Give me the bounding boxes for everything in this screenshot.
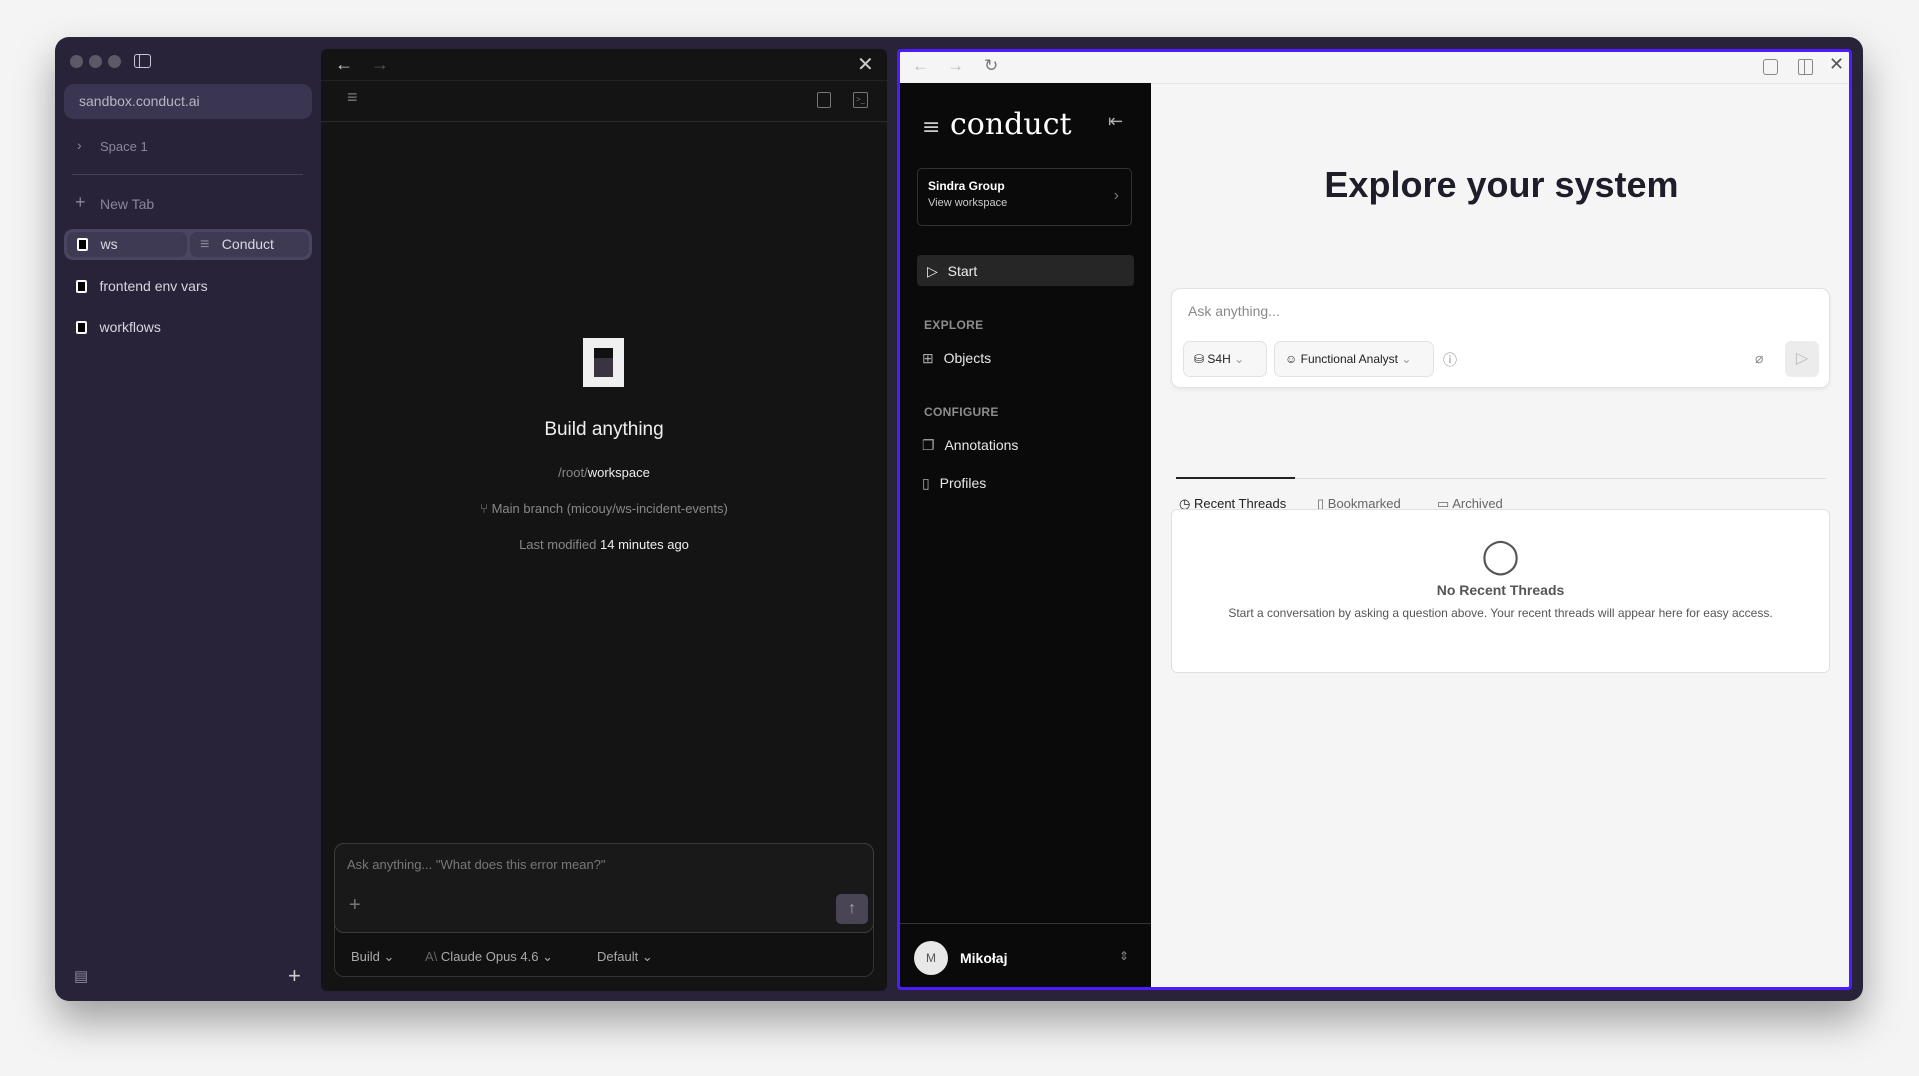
back-icon[interactable]: ← — [335, 54, 353, 75]
model-select[interactable]: A\ Claude Opus 4.6 ⌄ — [425, 949, 553, 965]
section-explore: EXPLORE — [924, 318, 984, 332]
org-name: Sindra Group — [928, 179, 1005, 193]
branch-info: ⑂ Main branch (micouy/ws-incident-events… — [480, 501, 728, 516]
chevron-right-icon: › — [1113, 187, 1119, 204]
close-icon[interactable]: ✕ — [1829, 54, 1844, 75]
archive-icon[interactable]: ▤ — [74, 967, 88, 985]
layout-icon[interactable] — [817, 92, 831, 108]
play-icon: ▷ — [927, 263, 938, 279]
page-title: Explore your system — [1324, 164, 1679, 205]
user-icon: ☺ — [1285, 352, 1298, 366]
tab-workflows[interactable]: workflows — [76, 319, 161, 337]
anthropic-icon: A\ — [425, 949, 438, 964]
nav-objects[interactable]: ⊞ Objects — [922, 350, 991, 367]
sidebar-toggle-icon[interactable] — [134, 54, 151, 68]
nav-profiles[interactable]: ▯ Profiles — [922, 475, 986, 492]
minimize-window-button[interactable] — [89, 55, 102, 68]
terminal-icon[interactable]: >_ — [853, 92, 868, 108]
divider — [321, 121, 887, 122]
close-window-button[interactable] — [70, 55, 83, 68]
system-select[interactable]: ⛁ S4H ⌄ — [1183, 341, 1267, 377]
space-label[interactable]: Space 1 — [100, 139, 148, 154]
collapse-sidebar-icon[interactable]: ⇤ — [1108, 111, 1123, 132]
maximize-window-button[interactable] — [108, 55, 121, 68]
workspace-path: /root/workspace — [558, 465, 650, 480]
send-button[interactable]: ▷ — [1785, 341, 1819, 377]
divider — [321, 80, 887, 81]
terminal-tab-icon — [76, 280, 87, 294]
add-button[interactable]: + — [288, 963, 301, 989]
workspace-panel: ← → ✕ ≡ >_ Build anything /root/workspac… — [321, 49, 887, 991]
ask-input[interactable]: Ask anything... — [1188, 303, 1280, 319]
terminal-tab-icon — [77, 238, 88, 252]
chat-input[interactable]: Ask anything... "What does this error me… — [334, 843, 874, 933]
divider — [72, 174, 303, 175]
input-placeholder: Ask anything... "What does this error me… — [347, 857, 606, 872]
divider — [1151, 83, 1849, 84]
split-view-icon[interactable] — [1798, 59, 1813, 75]
role-select[interactable]: ☺ Functional Analyst ⌄ — [1274, 341, 1434, 377]
profile-icon: ▯ — [922, 475, 930, 491]
tab-conduct[interactable]: ≡ Conduct — [190, 232, 309, 257]
settings-icon[interactable] — [1763, 59, 1778, 75]
tab-frontend-env-vars[interactable]: frontend env vars — [76, 278, 208, 296]
menu-icon[interactable]: ≡ — [347, 87, 358, 108]
avatar: M — [914, 941, 948, 975]
conduct-sidebar: ≡ conduct ⇤ Sindra Group View workspace … — [900, 83, 1151, 987]
active-tab-underline — [1176, 477, 1295, 479]
section-configure: CONFIGURE — [924, 405, 999, 419]
send-button[interactable]: ↑ — [836, 894, 868, 924]
annotation-icon: ❐ — [922, 437, 935, 453]
git-branch-icon: ⑂ — [480, 501, 488, 516]
empty-title: No Recent Threads — [1436, 582, 1565, 598]
info-icon[interactable]: ⓘ — [1443, 350, 1457, 370]
divider — [900, 923, 1151, 924]
grid-icon: ⊞ — [922, 350, 934, 366]
mode-select[interactable]: Build ⌄ — [351, 949, 394, 965]
forward-icon[interactable]: → — [947, 56, 964, 76]
terminal-tab-icon — [76, 321, 87, 335]
nav-start[interactable]: ▷ Start — [917, 255, 1134, 286]
plus-icon: + — [75, 192, 86, 212]
empty-threads-card: ◯ No Recent Threads Start a conversation… — [1171, 509, 1830, 673]
close-icon[interactable]: ✕ — [857, 52, 874, 77]
org-subtitle: View workspace — [928, 197, 1008, 209]
forward-icon[interactable]: → — [371, 54, 389, 75]
chevron-right-icon[interactable]: › — [77, 137, 82, 153]
chat-bubble-icon: ◯ — [1481, 537, 1520, 575]
back-icon[interactable]: ← — [912, 56, 929, 76]
empty-text: Start a conversation by asking a questio… — [1228, 606, 1773, 620]
tab-ws[interactable]: ws — [67, 232, 187, 257]
workspace-logo-icon — [583, 338, 624, 387]
profile-select[interactable]: Default ⌄ — [597, 949, 653, 965]
workspace-switcher[interactable]: Sindra Group View workspace › — [917, 168, 1132, 226]
ask-box: Ask anything... — [1171, 288, 1830, 388]
reload-icon[interactable]: ↻ — [984, 56, 998, 76]
attach-plus-icon[interactable]: + — [349, 894, 361, 917]
conduct-logo-icon: ≡ — [200, 236, 210, 253]
user-name: Mikołaj — [960, 950, 1008, 966]
user-menu-chevron-icon[interactable]: ⇕ — [1119, 949, 1129, 963]
last-modified: Last modified 14 minutes ago — [519, 537, 689, 552]
new-tab-button[interactable]: New Tab — [100, 196, 154, 212]
nav-annotations[interactable]: ❐ Annotations — [922, 437, 1018, 454]
conduct-panel: ← → ↻ ✕ ≡ conduct ⇤ Sindra Group View wo… — [897, 49, 1852, 990]
paperclip-icon[interactable]: ⌀ — [1755, 350, 1763, 367]
workspace-title: Build anything — [544, 419, 664, 440]
url-bar[interactable]: sandbox.conduct.ai — [64, 84, 312, 119]
conduct-logo: ≡ conduct — [922, 107, 1072, 142]
database-icon: ⛁ — [1194, 352, 1205, 366]
